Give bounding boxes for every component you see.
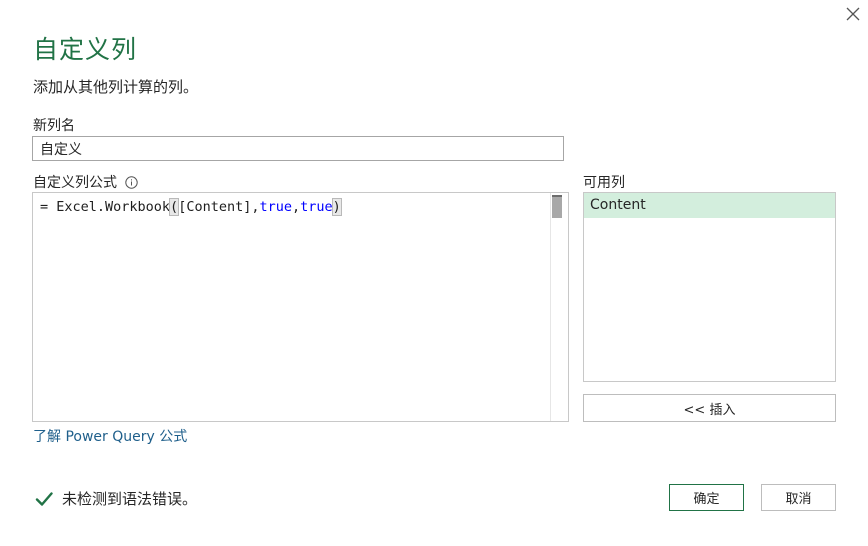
learn-power-query-link[interactable]: 了解 Power Query 公式 <box>33 426 187 446</box>
formula-close-paren: ) <box>331 198 342 216</box>
close-icon <box>846 7 860 21</box>
custom-column-dialog: 自定义列 添加从其他列计算的列。 新列名 自定义列公式 = Excel.Work… <box>0 0 868 546</box>
dialog-subtitle: 添加从其他列计算的列。 <box>33 78 199 96</box>
formula-arg-content: [Content], <box>178 199 260 215</box>
formula-editor[interactable]: = Excel.Workbook([Content],true,true) <box>32 192 569 422</box>
syntax-status: 未检测到语法错误。 <box>35 488 197 509</box>
new-column-name-label: 新列名 <box>33 118 75 134</box>
formula-code[interactable]: = Excel.Workbook([Content],true,true) <box>40 198 342 216</box>
formula-scroll-thumb[interactable] <box>552 195 562 218</box>
available-columns-label: 可用列 <box>583 175 625 191</box>
dialog-title: 自定义列 <box>33 35 138 64</box>
syntax-status-text: 未检测到语法错误。 <box>62 490 198 508</box>
insert-button[interactable]: << 插入 <box>583 394 836 422</box>
formula-label: 自定义列公式 <box>33 175 117 191</box>
check-icon <box>35 490 53 508</box>
close-button[interactable] <box>842 3 864 25</box>
list-item-content[interactable]: Content <box>584 193 835 218</box>
ok-button[interactable]: 确定 <box>669 484 744 511</box>
formula-label-row: 自定义列公式 <box>33 172 138 192</box>
new-column-name-input[interactable] <box>32 136 564 161</box>
formula-scrollbar[interactable] <box>550 193 568 421</box>
formula-prefix: = Excel.Workbook <box>40 199 171 215</box>
formula-comma: , <box>291 199 301 215</box>
formula-keyword-true-2: true <box>300 199 333 215</box>
formula-keyword-true-1: true <box>259 199 292 215</box>
available-columns-list[interactable]: Content <box>583 192 836 382</box>
info-icon[interactable] <box>125 175 138 189</box>
cancel-button[interactable]: 取消 <box>761 484 836 511</box>
formula-open-paren: ( <box>169 198 180 216</box>
